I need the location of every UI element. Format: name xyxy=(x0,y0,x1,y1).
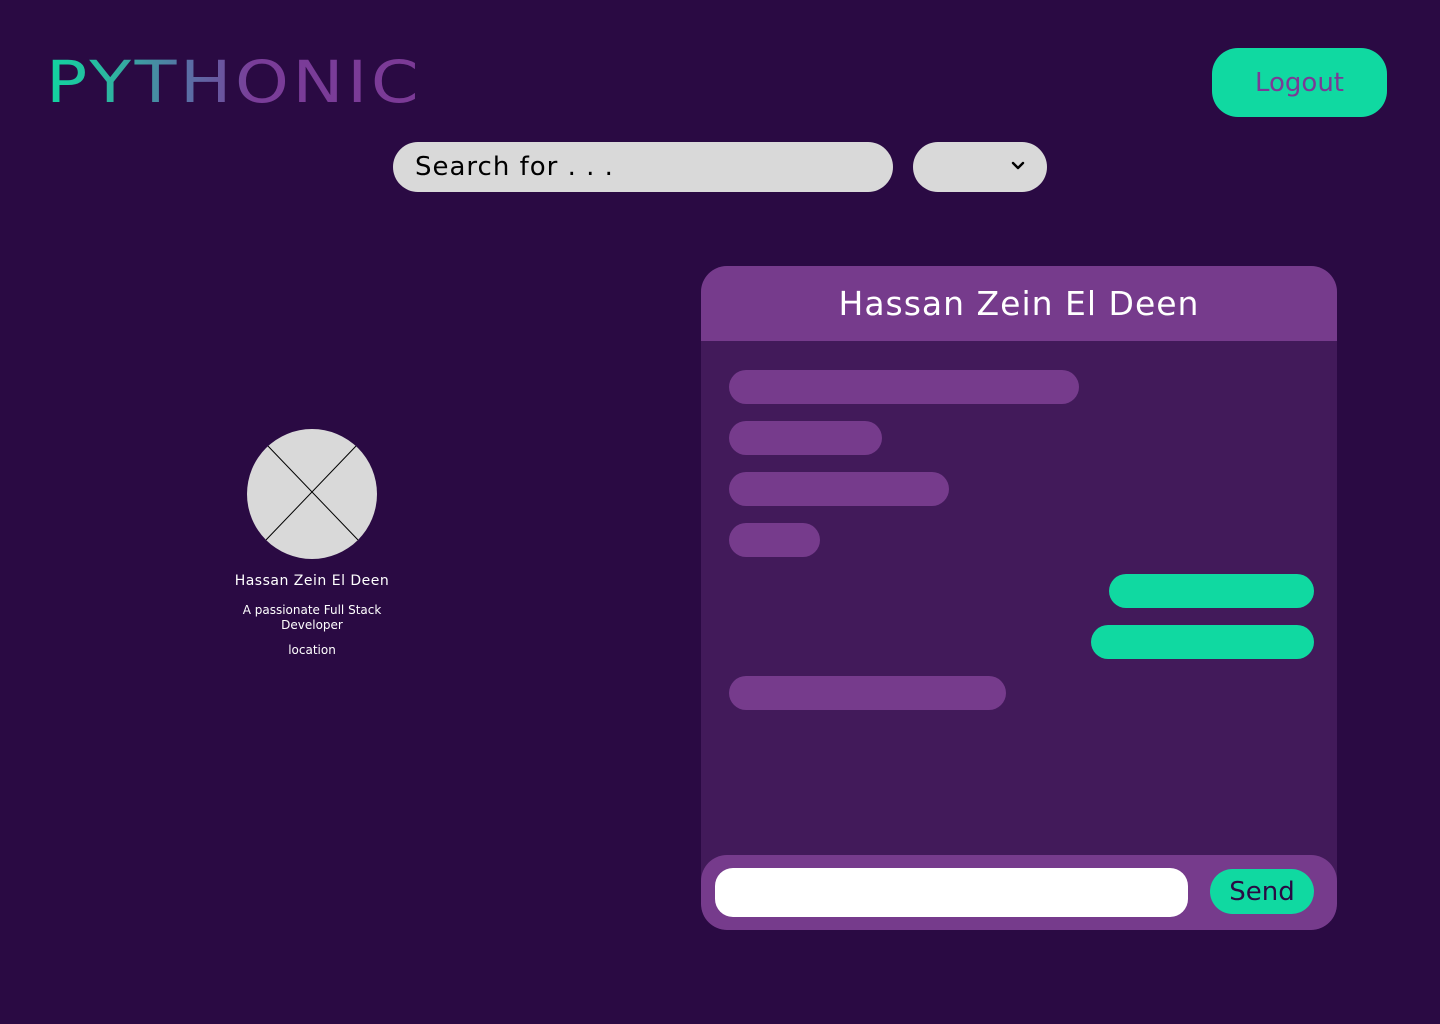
profile-location: location xyxy=(288,643,336,657)
chat-composer: Send xyxy=(701,855,1337,930)
profile-card: Hassan Zein El Deen A passionate Full St… xyxy=(222,429,402,657)
app-logo: PYTHONIC xyxy=(46,48,423,116)
profile-name: Hassan Zein El Deen xyxy=(234,573,390,589)
search-input[interactable]: Search for . . . xyxy=(393,142,893,192)
message-bubble-incoming xyxy=(729,523,820,557)
search-filter-select[interactable] xyxy=(913,142,1047,192)
chat-panel: Hassan Zein El Deen Send xyxy=(701,266,1337,930)
chevron-down-icon xyxy=(1011,161,1025,170)
message-bubble-outgoing xyxy=(1109,574,1314,608)
image-placeholder-icon xyxy=(264,444,360,542)
message-input[interactable] xyxy=(715,868,1188,917)
message-bubble-incoming xyxy=(729,676,1006,710)
logout-button[interactable]: Logout xyxy=(1212,48,1387,117)
avatar xyxy=(247,429,377,559)
message-bubble-outgoing xyxy=(1091,625,1314,659)
chat-title: Hassan Zein El Deen xyxy=(701,266,1337,341)
message-bubble-incoming xyxy=(729,472,949,506)
message-bubble-incoming xyxy=(729,370,1079,404)
message-bubble-incoming xyxy=(729,421,882,455)
profile-bio: A passionate Full Stack Developer xyxy=(242,603,382,632)
send-button[interactable]: Send xyxy=(1210,869,1314,914)
